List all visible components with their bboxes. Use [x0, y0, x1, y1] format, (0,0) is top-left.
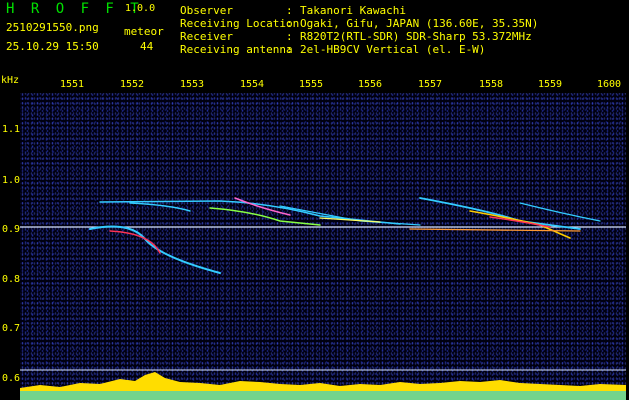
meteor-label: meteor	[124, 25, 164, 38]
x-tick-label: 1554	[240, 79, 265, 90]
meteor-trail	[469, 210, 571, 239]
meteor-trail	[279, 205, 421, 226]
x-tick-label: 1556	[358, 79, 383, 90]
meteor-trail	[129, 202, 191, 212]
amplitude-baseline	[20, 391, 626, 400]
x-tick-label: 1559	[538, 79, 563, 90]
y-tick-label: 0.6	[2, 373, 21, 384]
y-tick-label: 1.1	[2, 124, 21, 135]
x-tick-label: 1557	[418, 79, 443, 90]
x-tick-label: 1600	[597, 79, 622, 90]
spectrogram-svg	[20, 197, 626, 400]
y-axis-unit: kHz	[1, 75, 20, 86]
info-separator: :	[286, 43, 300, 56]
y-tick-label: 0.7	[2, 323, 21, 334]
info-value: Ogaki, Gifu, JAPAN (136.60E, 35.35N)	[300, 17, 539, 30]
header-panel: H R O F F T 1.0.0 2510291550.png 25.10.2…	[0, 0, 629, 75]
info-value: Takanori Kawachi	[300, 4, 406, 17]
meteor-count: 44	[140, 40, 154, 53]
info-separator: :	[286, 30, 300, 43]
info-row-receiver: Receiver: R820T2(RTL-SDR) SDR-Sharp 53.3…	[180, 30, 538, 43]
meteor-trail	[489, 216, 551, 228]
x-tick-label: 1558	[479, 79, 504, 90]
info-row-location: Receiving Location: Ogaki, Gifu, JAPAN (…	[180, 17, 538, 30]
app-title: H R O F F T	[6, 1, 143, 17]
spectrogram-panel	[20, 93, 626, 400]
info-value: R820T2(RTL-SDR) SDR-Sharp 53.372MHz	[300, 30, 532, 43]
info-row-observer: Observer: Takanori Kawachi	[180, 4, 538, 17]
y-tick-label: 0.8	[2, 274, 21, 285]
y-tick-label: 0.9	[2, 224, 21, 235]
meteor-trail	[109, 230, 161, 254]
x-tick-label: 1553	[180, 79, 205, 90]
info-value: 2el-HB9CV Vertical (el. E-W)	[300, 43, 486, 56]
meteor-trail	[519, 202, 601, 222]
info-key: Receiving Location	[180, 17, 300, 30]
station-info: Observer: Takanori Kawachi Receiving Loc…	[180, 4, 538, 56]
meteor-trail	[419, 197, 581, 230]
meteor-trail	[89, 225, 221, 274]
y-tick-label: 1.0	[2, 175, 21, 186]
x-tick-label: 1552	[120, 79, 145, 90]
file-name: 2510291550.png	[6, 21, 99, 34]
meteor-trail	[409, 228, 581, 232]
x-tick-label: 1551	[60, 79, 85, 90]
app-version: 1.0.0	[125, 3, 156, 14]
x-tick-label: 1555	[299, 79, 324, 90]
meteor-echoes	[89, 197, 601, 274]
info-separator: :	[286, 17, 300, 30]
info-key: Observer	[180, 4, 233, 17]
date-time: 25.10.29 15:50	[6, 40, 99, 53]
info-separator: :	[286, 4, 300, 17]
info-key: Receiver	[180, 30, 233, 43]
info-key: Receiving antenna	[180, 43, 293, 56]
info-row-antenna: Receiving antenna: 2el-HB9CV Vertical (e…	[180, 43, 538, 56]
